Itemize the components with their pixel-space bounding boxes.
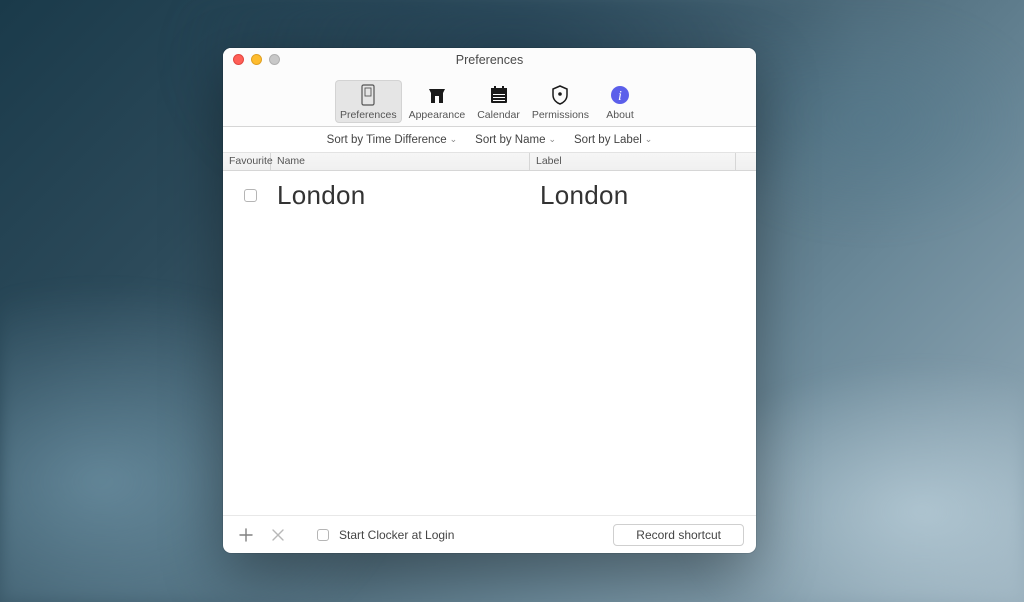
svg-text:i: i (618, 89, 622, 104)
add-button[interactable] (235, 524, 257, 546)
table-header: Favourite Name Label (223, 153, 756, 171)
tab-label: About (606, 109, 633, 121)
tab-appearance[interactable]: Appearance (404, 80, 471, 123)
sort-label[interactable]: Sort by Label ⌄ (574, 134, 652, 146)
tab-permissions[interactable]: Permissions (527, 80, 594, 123)
sort-bar: Sort by Time Difference ⌄ Sort by Name ⌄… (223, 127, 756, 153)
name-cell: London (271, 180, 540, 211)
sort-time-difference[interactable]: Sort by Time Difference ⌄ (327, 134, 458, 146)
tab-label: Calendar (477, 109, 520, 121)
chevron-down-icon: ⌄ (450, 134, 458, 145)
info-icon: i (608, 83, 632, 107)
appearance-icon (425, 83, 449, 107)
tab-preferences[interactable]: Preferences (335, 80, 402, 123)
tab-label: Appearance (409, 109, 466, 121)
start-at-login-checkbox[interactable] (317, 529, 329, 541)
minimize-icon[interactable] (251, 54, 262, 65)
footer: Start Clocker at Login Record shortcut (223, 515, 756, 553)
record-shortcut-button[interactable]: Record shortcut (613, 524, 744, 546)
favourite-checkbox[interactable] (244, 189, 257, 202)
tab-label: Preferences (340, 109, 397, 121)
shield-icon (548, 83, 572, 107)
sort-label-text: Sort by Label (574, 134, 642, 146)
calendar-icon (487, 83, 511, 107)
remove-button[interactable] (267, 524, 289, 546)
table-body: London London (223, 171, 756, 515)
column-name[interactable]: Name (271, 153, 530, 170)
preferences-window: Preferences Preferences Appearance Calen… (223, 48, 756, 553)
chevron-down-icon: ⌄ (645, 134, 653, 145)
titlebar: Preferences (223, 48, 756, 72)
label-cell: London (540, 180, 750, 211)
tab-label: Permissions (532, 109, 589, 121)
sort-label: Sort by Time Difference (327, 134, 447, 146)
chevron-down-icon: ⌄ (548, 134, 556, 145)
tab-calendar[interactable]: Calendar (472, 80, 525, 123)
close-icon[interactable] (233, 54, 244, 65)
window-controls (233, 54, 280, 65)
toolbar: Preferences Appearance Calendar Permissi… (223, 72, 756, 127)
table-row[interactable]: London London (223, 171, 756, 219)
start-at-login-label: Start Clocker at Login (339, 528, 454, 542)
sort-label: Sort by Name (475, 134, 545, 146)
preferences-icon (356, 83, 380, 107)
column-favourite[interactable]: Favourite (223, 153, 271, 170)
window-title: Preferences (456, 53, 523, 67)
column-label[interactable]: Label (530, 153, 736, 170)
zoom-icon[interactable] (269, 54, 280, 65)
sort-name[interactable]: Sort by Name ⌄ (475, 134, 556, 146)
tab-about[interactable]: i About (596, 80, 644, 123)
favourite-cell (229, 189, 271, 202)
column-spacer (736, 153, 756, 170)
